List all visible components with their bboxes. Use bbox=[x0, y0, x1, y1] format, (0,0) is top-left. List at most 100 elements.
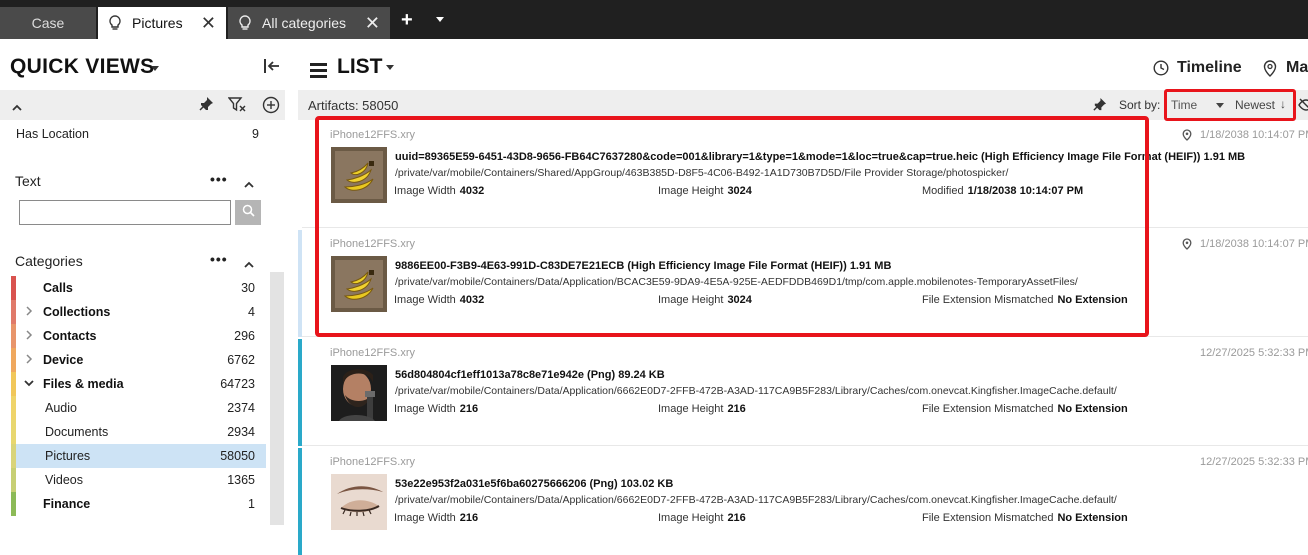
tab-bar: Case Pictures ✕ All categories ✕ + bbox=[0, 0, 1308, 39]
category-color-bar bbox=[11, 276, 16, 300]
chevron-right-icon[interactable] bbox=[24, 330, 34, 343]
category-item[interactable]: Documents 2934 bbox=[11, 420, 266, 444]
categories-list: Calls 30 Collections 4 Contacts 296 Device 6762… bbox=[11, 276, 266, 516]
add-tab-button[interactable]: + bbox=[401, 9, 413, 32]
close-icon[interactable]: ✕ bbox=[201, 14, 216, 32]
category-count: 6762 bbox=[227, 353, 255, 367]
meta-field: Image Height 216 bbox=[658, 512, 746, 524]
has-location-count: 9 bbox=[252, 127, 259, 141]
tab-label: Pictures bbox=[132, 15, 183, 31]
category-color-bar bbox=[11, 492, 16, 516]
categories-section-title: Categories bbox=[15, 253, 83, 269]
chevron-up-icon[interactable] bbox=[244, 176, 254, 194]
category-label: Calls bbox=[43, 281, 73, 295]
meta-label: Image Height bbox=[658, 403, 724, 415]
list-icon bbox=[310, 60, 327, 78]
category-item[interactable]: Calls 30 bbox=[11, 276, 266, 300]
thumbnail-image[interactable] bbox=[331, 365, 387, 421]
lightbulb-icon bbox=[238, 15, 252, 31]
clear-filter-icon[interactable] bbox=[227, 96, 246, 118]
panel-divider[interactable] bbox=[286, 39, 298, 525]
meta-field: File Extension Mismatched No Extension bbox=[922, 512, 1128, 524]
chevron-right-icon[interactable] bbox=[24, 306, 34, 319]
category-item[interactable]: Files & media 64723 bbox=[11, 372, 266, 396]
category-item[interactable]: Finance 1 bbox=[11, 492, 266, 516]
category-color-bar bbox=[11, 348, 16, 372]
chevron-down-icon[interactable] bbox=[151, 66, 159, 71]
meta-label: File Extension Mismatched bbox=[922, 403, 1054, 415]
category-count: 4 bbox=[248, 305, 255, 319]
tab-label: Case bbox=[31, 15, 65, 31]
category-color-bar bbox=[11, 324, 16, 348]
file-name: 56d804804cf1eff1013a78c8e71e942e (Png) 8… bbox=[395, 369, 665, 381]
tab-all-categories[interactable]: All categories ✕ bbox=[228, 7, 390, 39]
category-item[interactable]: Pictures 58050 bbox=[11, 444, 266, 468]
meta-label: Image Width bbox=[394, 512, 456, 524]
chevron-down-icon[interactable] bbox=[24, 378, 34, 391]
category-label: Collections bbox=[43, 305, 111, 319]
chevron-down-icon[interactable] bbox=[386, 65, 394, 70]
category-label: Device bbox=[43, 353, 84, 367]
artifact-card[interactable]: iPhone12FFS.xry 12/27/2025 5:32:33 PM 56d8… bbox=[298, 339, 1308, 446]
timeline-button[interactable]: Timeline bbox=[1153, 59, 1242, 77]
timestamp: 1/18/2038 10:14:07 PM bbox=[1200, 238, 1308, 250]
list-view-title[interactable]: LIST bbox=[310, 55, 383, 79]
tab-case[interactable]: Case bbox=[0, 7, 96, 39]
category-item[interactable]: Collections 4 bbox=[11, 300, 266, 324]
search-button[interactable] bbox=[235, 200, 261, 225]
category-label: Documents bbox=[45, 425, 109, 439]
meta-value: 216 bbox=[459, 512, 479, 524]
chevron-up-icon[interactable] bbox=[244, 256, 254, 274]
category-item[interactable]: Videos 1365 bbox=[11, 468, 266, 492]
category-label: Pictures bbox=[45, 449, 91, 463]
file-path: /private/var/mobile/Containers/Data/Appl… bbox=[395, 494, 1117, 506]
card-accent-bar bbox=[298, 448, 302, 555]
chevron-up-icon[interactable] bbox=[12, 99, 22, 117]
more-options-icon[interactable]: ••• bbox=[210, 171, 228, 187]
pin-icon[interactable] bbox=[1092, 97, 1107, 117]
add-circle-icon[interactable] bbox=[262, 96, 280, 119]
meta-value: No Extension bbox=[1057, 403, 1128, 415]
has-location-filter[interactable]: Has Location 9 bbox=[16, 127, 259, 141]
meta-value: 216 bbox=[459, 403, 479, 415]
source-file-label: iPhone12FFS.xry bbox=[330, 456, 415, 468]
category-item[interactable]: Contacts 296 bbox=[11, 324, 266, 348]
map-button[interactable]: Ma bbox=[1263, 59, 1308, 77]
list-title-label: LIST bbox=[337, 55, 383, 78]
artifacts-count: Artifacts: 58050 bbox=[308, 98, 399, 113]
category-item[interactable]: Device 6762 bbox=[11, 348, 266, 372]
thumbnail-image[interactable] bbox=[331, 474, 387, 530]
category-count: 2934 bbox=[227, 425, 255, 439]
lightbulb-icon bbox=[108, 15, 122, 31]
category-count: 2374 bbox=[227, 401, 255, 415]
category-color-bar bbox=[11, 468, 16, 492]
tab-menu-dropdown-icon[interactable] bbox=[436, 17, 444, 22]
category-count: 64723 bbox=[220, 377, 255, 391]
quick-views-title[interactable]: QUICK VIEWS bbox=[10, 55, 154, 79]
more-options-icon[interactable]: ••• bbox=[210, 251, 228, 267]
sort-by-label: Sort by: bbox=[1119, 98, 1161, 112]
tab-pictures[interactable]: Pictures ✕ bbox=[98, 7, 226, 39]
close-icon[interactable]: ✕ bbox=[365, 14, 380, 32]
category-count: 296 bbox=[234, 329, 255, 343]
meta-label: File Extension Mismatched bbox=[922, 512, 1054, 524]
card-accent-bar bbox=[298, 339, 302, 446]
category-color-bar bbox=[11, 444, 16, 468]
search-icon bbox=[242, 204, 255, 222]
collapse-panel-icon[interactable] bbox=[262, 57, 282, 75]
text-search-input[interactable] bbox=[19, 200, 231, 225]
meta-field: Image Width 216 bbox=[394, 403, 478, 415]
file-name: 53e22e953f2a031e5f6ba60275666206 (Png) 1… bbox=[395, 478, 674, 490]
meta-label: Image Height bbox=[658, 512, 724, 524]
left-panel-scrollbar[interactable] bbox=[270, 272, 284, 525]
category-color-bar bbox=[11, 372, 16, 396]
pin-icon[interactable] bbox=[198, 96, 214, 117]
eye-icon[interactable] bbox=[1298, 98, 1308, 112]
category-count: 1365 bbox=[227, 473, 255, 487]
meta-field: Image Height 216 bbox=[658, 403, 746, 415]
chevron-right-icon[interactable] bbox=[24, 354, 34, 367]
category-item[interactable]: Audio 2374 bbox=[11, 396, 266, 420]
artifact-card[interactable]: iPhone12FFS.xry 12/27/2025 5:32:33 PM 53e2… bbox=[298, 448, 1308, 555]
meta-field: File Extension Mismatched No Extension bbox=[922, 403, 1128, 415]
category-label: Audio bbox=[45, 401, 77, 415]
